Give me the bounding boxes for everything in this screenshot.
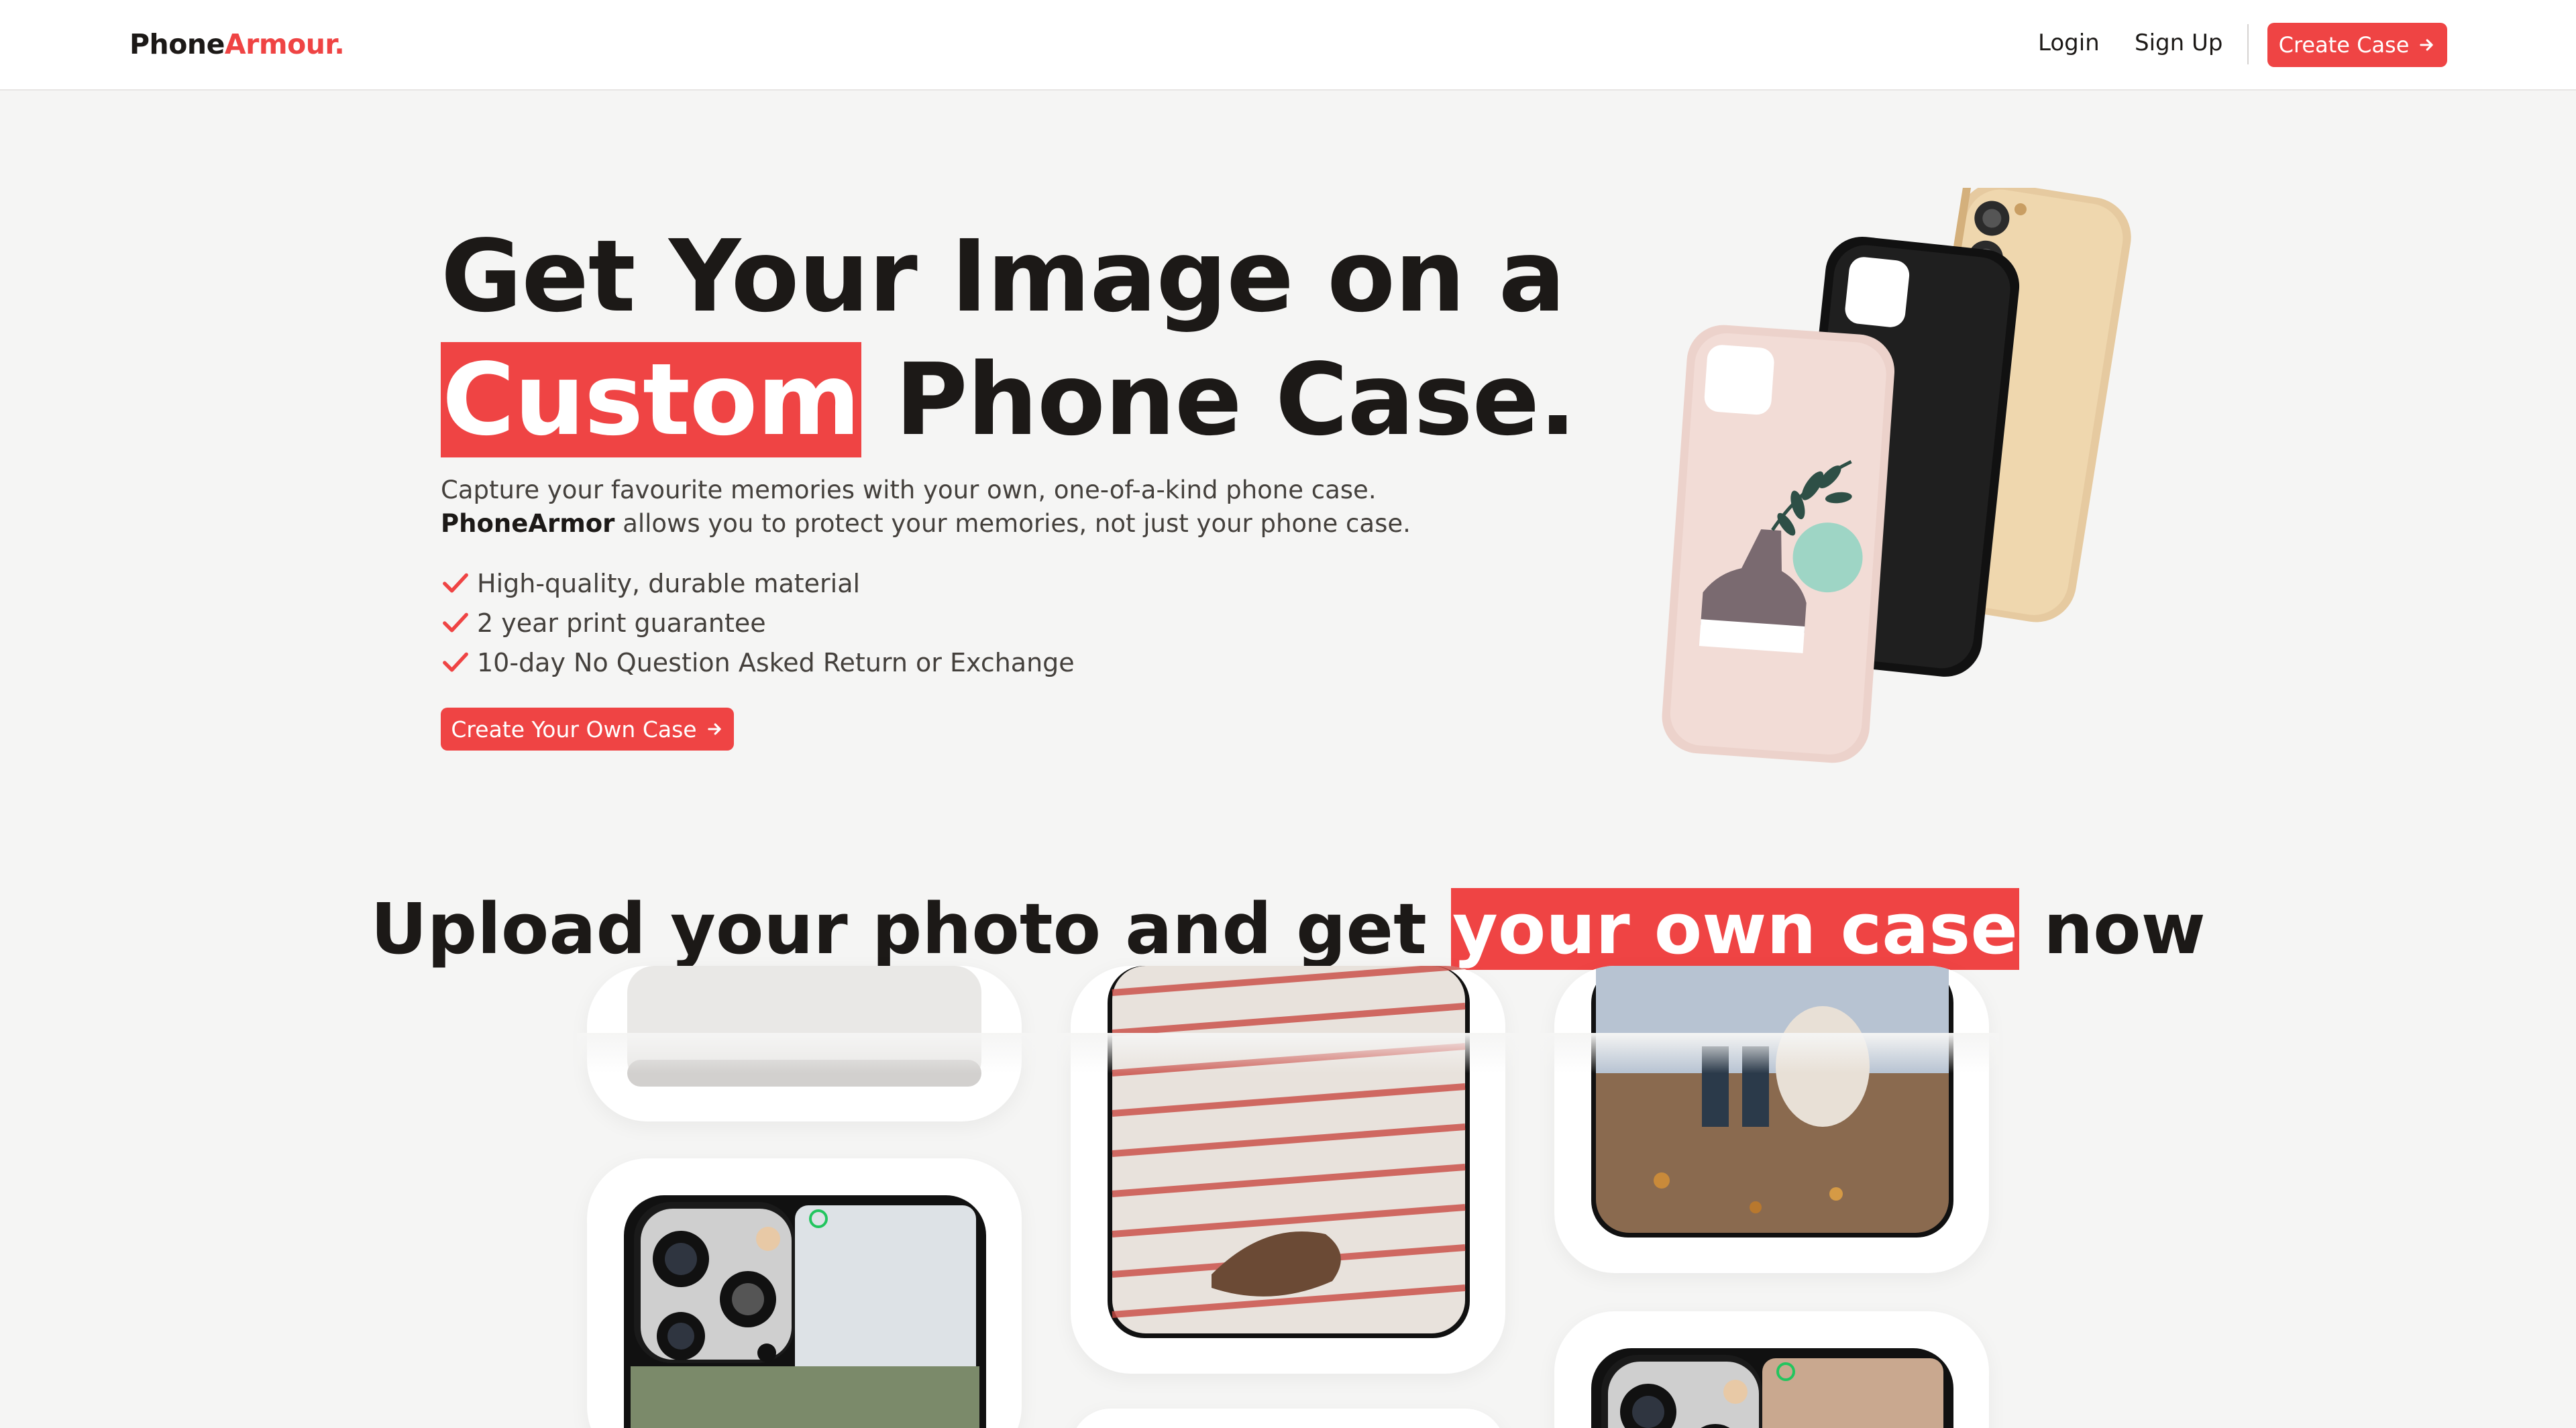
feature-item: 10-day No Question Asked Return or Excha… [441,643,1075,682]
check-icon [443,652,468,671]
feature-list: High-quality, durable material 2 year pr… [441,563,1075,682]
gallery-case-card [1554,966,1989,1273]
upload-section-title: Upload your photo and get your own case … [0,884,2576,974]
login-link[interactable]: Login [2038,30,2100,56]
section-title-post: now [2043,888,2206,970]
arrow-right-icon [2420,39,2434,51]
hero-desc-post: allows you to protect your memories, not… [623,509,1411,538]
pink-case [1662,325,1895,763]
phone-cases-illustration [1662,188,2131,763]
top-navbar: PhoneArmour. Login Sign Up Create Case [0,0,2576,91]
feature-item: High-quality, durable material [441,563,1075,603]
check-icon [443,573,468,592]
hero-description: Capture your favourite memories with you… [441,474,1554,541]
feature-text: 2 year print guarantee [477,608,766,638]
create-your-own-case-label: Create Your Own Case [451,716,697,743]
hero-title-rest: Phone Case. [895,342,1576,457]
hero-desc-brand: PhoneArmor [441,509,615,538]
section-title-highlight: your own case [1451,888,2019,970]
nav-divider [2247,24,2249,64]
case-photo-preview [1108,966,1470,1338]
hero-title-line1: Get Your Image on a [441,219,1566,334]
hero-desc-pre: Capture your favourite memories with you… [441,476,1377,504]
create-case-label: Create Case [2278,32,2410,58]
create-case-button[interactable]: Create Case [2267,23,2447,67]
gallery-case-card [587,1158,1022,1428]
hero-title-line2: Custom Phone Case. [441,338,1576,461]
gallery-case-card [1071,966,1505,1374]
signup-link[interactable]: Sign Up [2135,30,2222,56]
gallery-top-fade [577,1033,1999,1073]
feature-text: 10-day No Question Asked Return or Excha… [477,647,1075,677]
feature-item: 2 year print guarantee [441,603,1075,643]
create-your-own-case-button[interactable]: Create Your Own Case [441,708,734,751]
logo-main: Phone [129,28,225,60]
section-title-pre: Upload your photo and get [370,888,1427,970]
gallery-case-card [1554,1311,1989,1428]
arrow-right-icon [707,723,721,735]
case-camera-preview [624,1195,986,1428]
check-icon [443,612,468,632]
feature-text: High-quality, durable material [477,568,861,598]
case-camera-preview [1591,1348,1953,1428]
hero-title-highlight: Custom [441,342,861,457]
logo[interactable]: PhoneArmour. [129,28,345,60]
case-photo-preview [1591,966,1953,1238]
hero-title: Get Your Image on a Custom Phone Case. [441,215,1576,461]
gallery-case-card [1071,1409,1505,1428]
logo-accent: Armour. [224,28,345,60]
